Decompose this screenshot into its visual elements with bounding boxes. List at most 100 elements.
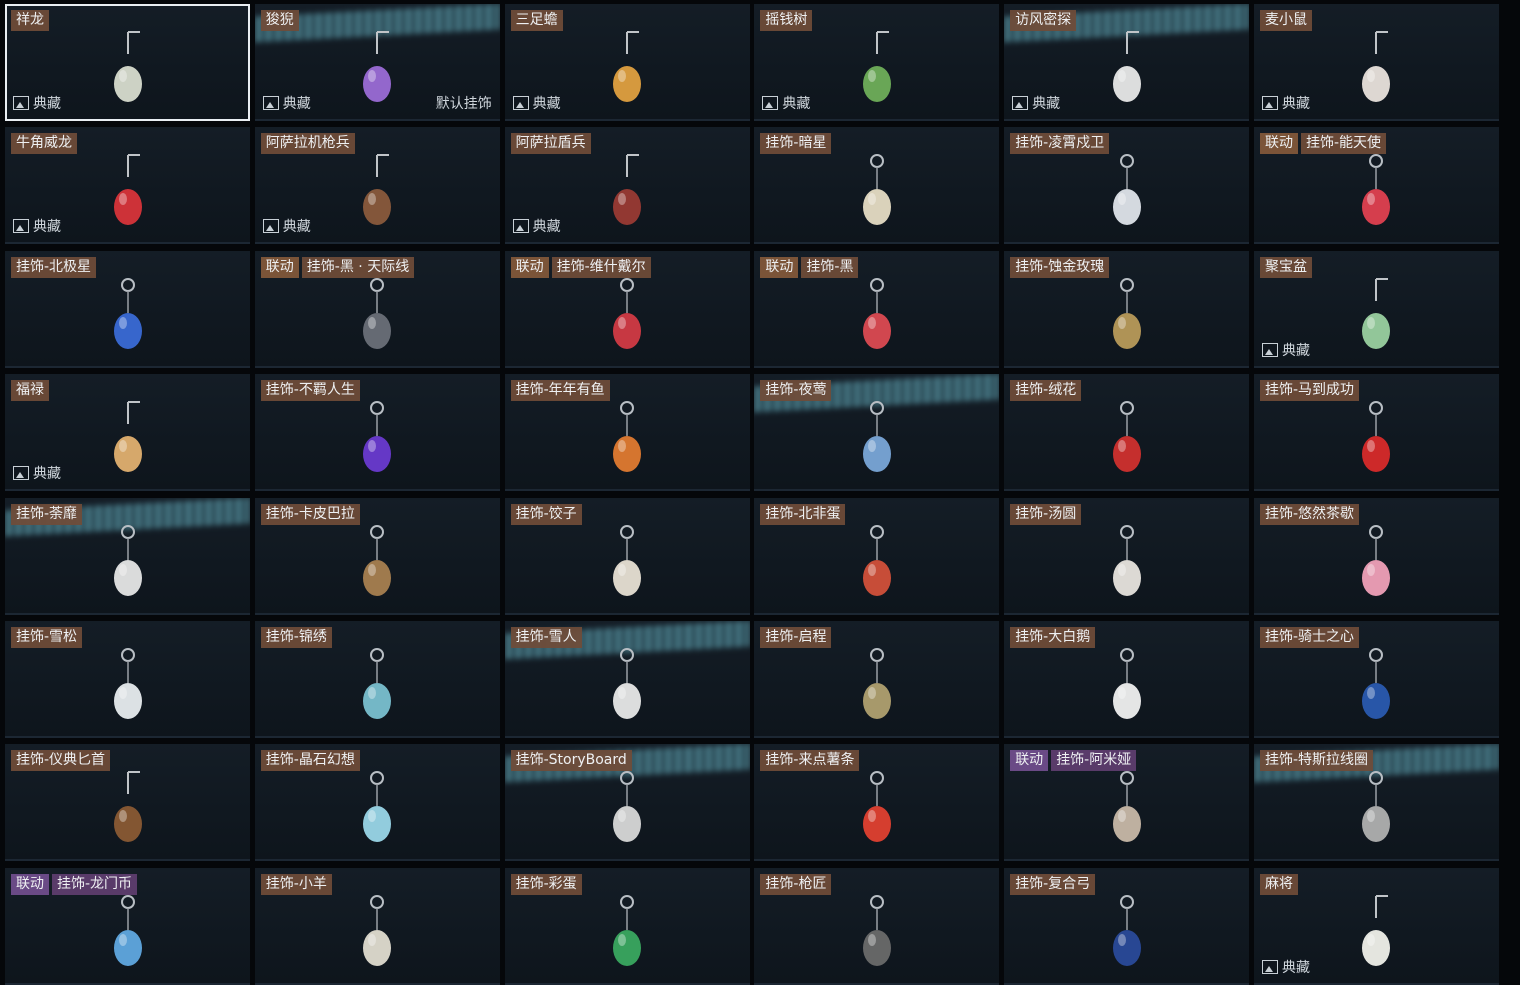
charm-tile[interactable]: 联动 挂饰-黑 · 天际线 bbox=[254, 250, 500, 368]
charm-image bbox=[862, 647, 891, 719]
charm-tile[interactable]: 挂饰-北非蛋 bbox=[754, 497, 1000, 615]
tile-label-row: 挂饰-骑士之心 bbox=[1259, 626, 1360, 648]
charm-tile[interactable]: 挂饰-枪匠 bbox=[754, 867, 1000, 985]
charm-image bbox=[113, 277, 142, 349]
charm-tile[interactable]: 挂饰-小羊 bbox=[254, 867, 500, 985]
charm-name: 挂饰-雪人 bbox=[510, 626, 582, 648]
collection-text: 典藏 bbox=[282, 219, 311, 236]
charm-image bbox=[1112, 771, 1141, 843]
tile-label-row: 挂饰-暗星 bbox=[760, 133, 832, 155]
collab-badge: 联动 bbox=[11, 873, 49, 895]
charm-tile[interactable]: 牛角威龙 典藏 bbox=[5, 127, 250, 245]
charm-tile[interactable]: 阿萨拉机枪兵 典藏 bbox=[254, 127, 500, 245]
charm-tile[interactable]: 挂饰-悠然茶歇 bbox=[1253, 497, 1499, 615]
charm-tile[interactable]: 麦小鼠 典藏 bbox=[1253, 4, 1499, 121]
charm-image bbox=[862, 154, 891, 226]
charm-tile[interactable]: 福禄 典藏 bbox=[5, 374, 250, 492]
charm-tile[interactable]: 挂饰-仪典匕首 bbox=[5, 744, 250, 862]
charm-tile[interactable]: 联动 挂饰-阿米娅 bbox=[1004, 744, 1250, 862]
charm-image bbox=[1112, 524, 1141, 596]
collection-icon bbox=[262, 219, 279, 234]
charm-tile[interactable]: 挂饰-启程 bbox=[754, 620, 1000, 738]
charm-image bbox=[1362, 31, 1391, 102]
collection-label: 典藏 bbox=[512, 93, 561, 113]
charm-tile[interactable]: 挂饰-骑士之心 bbox=[1253, 620, 1499, 738]
charm-tile[interactable]: 挂饰-蚀金玫瑰 bbox=[1004, 250, 1250, 368]
charm-tile[interactable]: 联动 挂饰-能天使 bbox=[1253, 127, 1499, 245]
charm-tile[interactable]: 挂饰-晶石幻想 bbox=[254, 744, 500, 862]
collection-icon bbox=[1261, 342, 1278, 357]
charm-tile[interactable]: 挂饰-彩蛋 bbox=[504, 867, 750, 985]
charm-name: 挂饰-绒花 bbox=[1010, 380, 1082, 402]
collab-badge: 联动 bbox=[260, 256, 299, 278]
charm-tile[interactable]: 挂饰-StoryBoard bbox=[504, 744, 750, 862]
tile-label-row: 挂饰-不羁人生 bbox=[260, 380, 360, 402]
charm-name: 挂饰-能天使 bbox=[1300, 133, 1387, 155]
collection-text: 典藏 bbox=[33, 96, 61, 112]
charm-name: 挂饰-龙门币 bbox=[52, 873, 138, 895]
charm-tile[interactable]: 挂饰-不羁人生 bbox=[254, 374, 500, 492]
charm-tile[interactable]: 联动 挂饰-黑 bbox=[754, 250, 1000, 368]
tile-label-row: 联动 挂饰-龙门币 bbox=[11, 873, 138, 895]
charm-tile[interactable]: 摇钱树 典藏 bbox=[754, 4, 1000, 121]
charm-image bbox=[1112, 647, 1141, 719]
charm-tile[interactable]: 访风密探 典藏 bbox=[1004, 4, 1250, 121]
charm-tile[interactable]: 挂饰-汤圆 bbox=[1004, 497, 1250, 615]
charm-tile[interactable]: 挂饰-饺子 bbox=[504, 497, 750, 615]
charm-name: 聚宝盆 bbox=[1259, 256, 1312, 278]
charm-tile[interactable]: 聚宝盆 典藏 bbox=[1253, 250, 1499, 368]
charm-tile[interactable]: 祥龙典藏 bbox=[5, 4, 250, 121]
charm-tile[interactable]: 挂饰-大白鹅 bbox=[1004, 620, 1250, 738]
charm-name: 挂饰-晶石幻想 bbox=[260, 750, 360, 772]
tile-label-row: 祥龙 bbox=[11, 10, 49, 31]
charm-tile[interactable]: 挂饰-雪松 bbox=[5, 620, 250, 738]
charm-tile[interactable]: 联动 挂饰-维什戴尔 bbox=[504, 250, 750, 368]
tile-label-row: 挂饰-StoryBoard bbox=[510, 750, 632, 772]
charm-image bbox=[613, 771, 642, 843]
charm-tile[interactable]: 挂饰-锦绣 bbox=[254, 620, 500, 738]
charm-tile[interactable]: 挂饰-特斯拉线圈 bbox=[1253, 744, 1499, 862]
collection-icon bbox=[13, 466, 29, 481]
charm-image bbox=[862, 524, 891, 596]
charm-tile[interactable]: 挂饰-北极星 bbox=[5, 250, 250, 368]
charm-image bbox=[363, 31, 392, 102]
charm-tile[interactable]: 挂饰-雪人 bbox=[504, 620, 750, 738]
default-charm-label: 默认挂饰 bbox=[435, 96, 492, 112]
charm-image bbox=[1112, 31, 1141, 102]
charm-tile[interactable]: 挂饰-复合弓 bbox=[1004, 867, 1250, 985]
charm-name: 挂饰-StoryBoard bbox=[510, 750, 632, 772]
charm-name: 福禄 bbox=[11, 380, 49, 402]
charm-tile[interactable]: 阿萨拉盾兵 典藏 bbox=[504, 127, 750, 245]
tile-label-row: 挂饰-北非蛋 bbox=[760, 503, 846, 525]
tile-label-row: 挂饰-启程 bbox=[760, 626, 832, 648]
charm-name: 挂饰-锦绣 bbox=[260, 626, 332, 648]
charm-tile[interactable]: 挂饰-夜莺 bbox=[754, 374, 1000, 492]
charm-tile[interactable]: 挂饰-马到成功 bbox=[1253, 374, 1499, 492]
charm-tile[interactable]: 挂饰-荼靡 bbox=[5, 497, 250, 615]
charm-name: 挂饰-卡皮巴拉 bbox=[260, 503, 360, 525]
charm-tile[interactable]: 麻将 典藏 bbox=[1253, 867, 1499, 985]
charm-tile[interactable]: 联动 挂饰-龙门币 bbox=[5, 867, 250, 985]
charm-tile[interactable]: 狻猊 典藏 默认挂饰 bbox=[254, 4, 500, 121]
tile-label-row: 挂饰-大白鹅 bbox=[1010, 626, 1096, 648]
charm-tile[interactable]: 三足蟾 典藏 bbox=[504, 4, 750, 121]
charm-tile[interactable]: 挂饰-凌霄戍卫 bbox=[1004, 127, 1250, 245]
charm-image bbox=[613, 31, 642, 102]
charm-image bbox=[113, 894, 142, 966]
charm-tile[interactable]: 挂饰-卡皮巴拉 bbox=[254, 497, 500, 615]
tile-label-row: 挂饰-雪松 bbox=[11, 626, 83, 648]
charm-tile[interactable]: 挂饰-年年有鱼 bbox=[504, 374, 750, 492]
collection-text: 典藏 bbox=[1032, 96, 1061, 112]
tile-label-row: 挂饰-枪匠 bbox=[760, 873, 832, 895]
tile-label-row: 福禄 bbox=[11, 380, 49, 402]
tile-label-row: 联动 挂饰-能天使 bbox=[1259, 133, 1387, 155]
collection-label: 典藏 bbox=[1261, 93, 1310, 113]
charm-tile[interactable]: 挂饰-来点薯条 bbox=[754, 744, 1000, 862]
collection-icon bbox=[13, 96, 29, 110]
charm-image bbox=[1362, 277, 1391, 349]
tile-label-row: 挂饰-彩蛋 bbox=[510, 873, 582, 895]
charm-tile[interactable]: 挂饰-暗星 bbox=[754, 127, 1000, 245]
charm-tile[interactable]: 挂饰-绒花 bbox=[1004, 374, 1250, 492]
charm-name: 挂饰-北非蛋 bbox=[760, 503, 846, 525]
charm-image bbox=[1112, 894, 1141, 966]
